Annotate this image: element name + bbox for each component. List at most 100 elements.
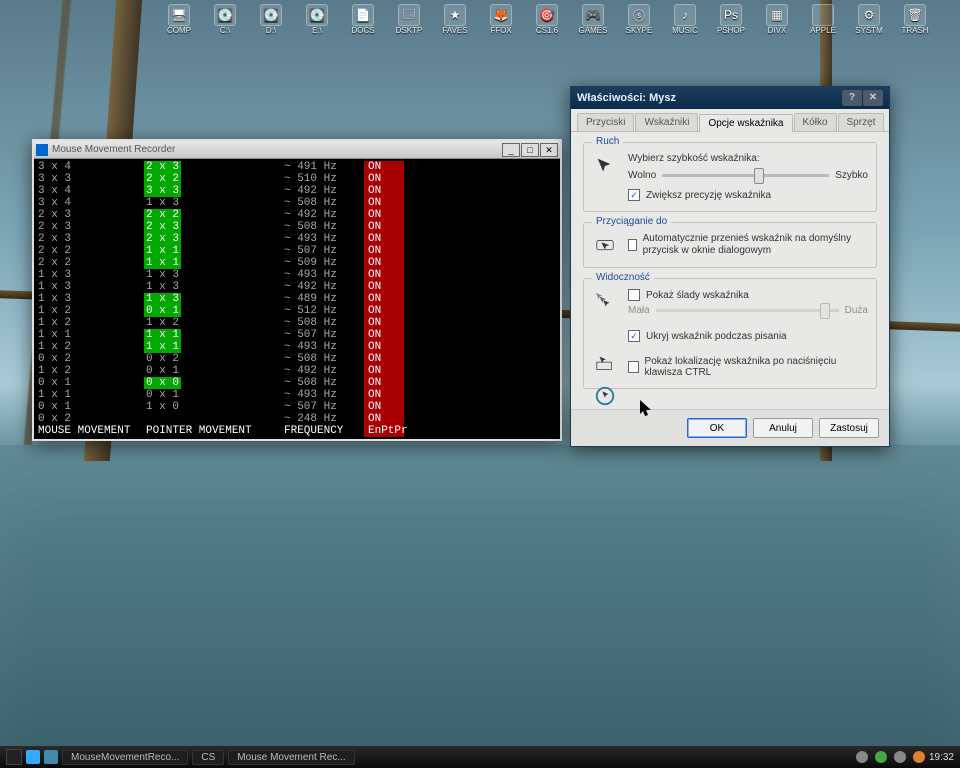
- slow-label: Wolno: [628, 170, 656, 181]
- console-row: 3 x 43 x 3~ 492 HzON: [34, 185, 560, 197]
- console-row: 1 x 10 x 1~ 493 HzON: [34, 389, 560, 401]
- desktop-icon[interactable]: 🗑TRASH: [896, 4, 934, 38]
- tray-icon[interactable]: [875, 751, 887, 763]
- props-title: Właściwości: Mysz: [577, 92, 676, 104]
- desktop-icon[interactable]: 💽D:\: [252, 4, 290, 38]
- tray-icon[interactable]: [894, 751, 906, 763]
- icon-label: SYSTM: [855, 26, 883, 35]
- console-row: 3 x 32 x 2~ 510 HzON: [34, 173, 560, 185]
- quicklaunch-icon[interactable]: [26, 750, 40, 764]
- icon-label: D:\: [266, 26, 276, 35]
- props-close-button[interactable]: ✕: [863, 90, 883, 106]
- desktop-icon[interactable]: 🦊FFOX: [482, 4, 520, 38]
- desktop-icon[interactable]: 🎯CS1.6: [528, 4, 566, 38]
- console-row: 1 x 20 x 1~ 492 HzON: [34, 365, 560, 377]
- desktop-icon[interactable]: 🎮GAMES: [574, 4, 612, 38]
- trails-label: Pokaż ślady wskaźnika: [646, 290, 749, 301]
- console-titlebar[interactable]: Mouse Movement Recorder _ □ ✕: [34, 141, 560, 159]
- app-icon: ♪: [674, 4, 696, 26]
- icon-label: DOCS: [351, 26, 374, 35]
- console-row: 2 x 32 x 2~ 492 HzON: [34, 209, 560, 221]
- tray-icon[interactable]: [913, 751, 925, 763]
- pointer-speed-icon: [592, 153, 618, 179]
- apply-button[interactable]: Zastosuj: [819, 418, 879, 438]
- desktop-icon[interactable]: PsPSHOP: [712, 4, 750, 38]
- start-button[interactable]: [6, 749, 22, 765]
- desktop-icon[interactable]: ▦DIVX: [758, 4, 796, 38]
- desktop-icon[interactable]: ⓢSKYPE: [620, 4, 658, 38]
- desktop-icon[interactable]: 💽E:\: [298, 4, 336, 38]
- console-row: 3 x 42 x 3~ 491 HzON: [34, 161, 560, 173]
- console-row: 1 x 20 x 1~ 512 HzON: [34, 305, 560, 317]
- console-row: 0 x 2 ~ 248 HzON: [34, 413, 560, 425]
- desktop-icon[interactable]: APPLE: [804, 4, 842, 38]
- group-legend: Ruch: [592, 136, 623, 147]
- cancel-button[interactable]: Anuluj: [753, 418, 813, 438]
- maximize-button[interactable]: □: [521, 143, 539, 157]
- speed-label: Wybierz szybkość wskaźnika:: [628, 153, 868, 164]
- app-icon: ⓢ: [628, 4, 650, 26]
- group-motion: Ruch Wybierz szybkość wskaźnika: Wolno S…: [583, 142, 877, 212]
- tab-wskaźniki[interactable]: Wskaźniki: [635, 113, 698, 131]
- console-row: 1 x 11 x 1~ 507 HzON: [34, 329, 560, 341]
- desktop-icon[interactable]: 🗔DSKTP: [390, 4, 428, 38]
- quicklaunch-icon[interactable]: [44, 750, 58, 764]
- tab-kółko[interactable]: Kółko: [794, 113, 837, 131]
- desktop-icon[interactable]: 🖥COMP: [160, 4, 198, 38]
- ctrl-locate-checkbox[interactable]: Pokaż lokalizację wskaźnika po naciśnięc…: [628, 356, 868, 378]
- app-icon: ▦: [766, 4, 788, 26]
- console-row: 2 x 21 x 1~ 509 HzON: [34, 257, 560, 269]
- taskbar-item[interactable]: MouseMovementReco...: [62, 750, 188, 765]
- precision-label: Zwiększ precyzję wskaźnika: [646, 190, 771, 201]
- checkbox-icon: [628, 239, 637, 251]
- help-button[interactable]: ?: [842, 90, 862, 106]
- console-row: 0 x 10 x 0~ 508 HzON: [34, 377, 560, 389]
- speed-slider[interactable]: Wolno Szybko: [628, 170, 868, 181]
- group-snap: Przyciąganie do Automatycznie przenieś w…: [583, 222, 877, 268]
- app-icon: 🗔: [398, 4, 420, 26]
- desktop-icon[interactable]: 💽C:\: [206, 4, 244, 38]
- desktop-icon[interactable]: ⚙SYSTM: [850, 4, 888, 38]
- console-title: Mouse Movement Recorder: [52, 144, 175, 155]
- group-legend: Widoczność: [592, 272, 654, 283]
- console-header-row: MOUSE MOVEMENTPOINTER MOVEMENTFREQUENCYE…: [34, 425, 560, 437]
- desktop-icon[interactable]: ★FAVES: [436, 4, 474, 38]
- icon-label: GAMES: [579, 26, 608, 35]
- tab-sprzęt[interactable]: Sprzęt: [838, 113, 885, 131]
- hide-typing-checkbox[interactable]: Ukryj wskaźnik podczas pisania: [628, 330, 868, 342]
- snap-label: Automatycznie przenieś wskaźnik na domyś…: [643, 233, 868, 257]
- props-titlebar[interactable]: Właściwości: Mysz ? ✕: [571, 87, 889, 109]
- console-row: 1 x 21 x 2~ 508 HzON: [34, 317, 560, 329]
- desktop-icon[interactable]: ♪MUSIC: [666, 4, 704, 38]
- snap-checkbox[interactable]: Automatycznie przenieś wskaźnik na domyś…: [628, 233, 868, 257]
- tab-przyciski[interactable]: Przyciski: [577, 113, 634, 131]
- trails-checkbox[interactable]: Pokaż ślady wskaźnika: [628, 289, 868, 301]
- taskbar-item[interactable]: CS: [192, 750, 224, 765]
- enhance-precision-checkbox[interactable]: Zwiększ precyzję wskaźnika: [628, 189, 868, 201]
- console-window: Mouse Movement Recorder _ □ ✕ 3 x 42 x 3…: [32, 139, 562, 441]
- console-row: 0 x 11 x 0~ 507 HzON: [34, 401, 560, 413]
- console-row: 1 x 21 x 1~ 493 HzON: [34, 341, 560, 353]
- taskbar[interactable]: MouseMovementReco... CS Mouse Movement Rec…: [0, 746, 960, 768]
- ok-button[interactable]: OK: [687, 418, 747, 438]
- ctrl-label: Pokaż lokalizację wskaźnika po naciśnięc…: [645, 356, 868, 378]
- icon-label: FAVES: [442, 26, 467, 35]
- clock: 19:32: [929, 752, 954, 763]
- tab-opcje-wskaźnika[interactable]: Opcje wskaźnika: [699, 114, 792, 132]
- app-icon: Ps: [720, 4, 742, 26]
- icon-label: E:\: [312, 26, 322, 35]
- app-icon: 💽: [214, 4, 236, 26]
- trails-icon: [592, 289, 618, 315]
- console-row: 1 x 31 x 3~ 492 HzON: [34, 281, 560, 293]
- console-row: 2 x 32 x 3~ 493 HzON: [34, 233, 560, 245]
- desktop-icons: 🖥COMP💽C:\💽D:\💽E:\📄DOCS🗔DSKTP★FAVES🦊FFOX🎯…: [160, 4, 950, 38]
- taskbar-item[interactable]: Mouse Movement Rec...: [228, 750, 354, 765]
- icon-label: PSHOP: [717, 26, 745, 35]
- tray-icon[interactable]: [856, 751, 868, 763]
- app-icon: 🦊: [490, 4, 512, 26]
- minimize-button[interactable]: _: [502, 143, 520, 157]
- hide-label: Ukryj wskaźnik podczas pisania: [646, 331, 787, 342]
- app-icon: 💽: [260, 4, 282, 26]
- close-button[interactable]: ✕: [540, 143, 558, 157]
- desktop-icon[interactable]: 📄DOCS: [344, 4, 382, 38]
